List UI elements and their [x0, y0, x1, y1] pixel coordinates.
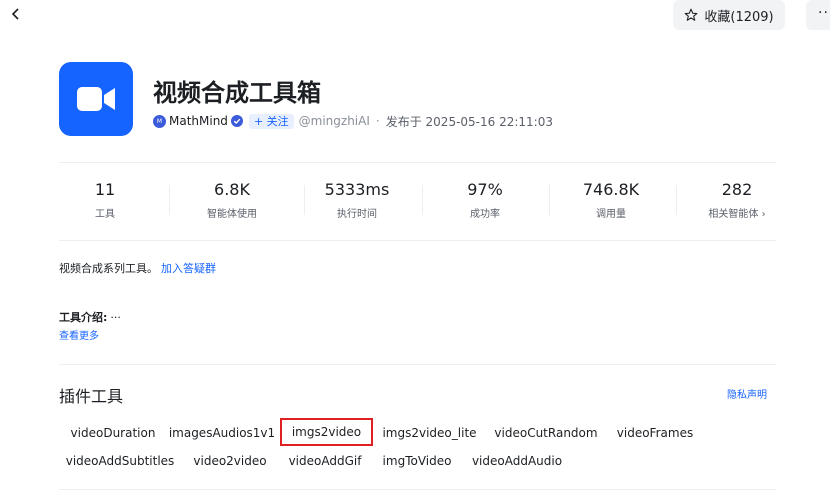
intro-heading: 工具介绍: ···: [59, 309, 121, 325]
chevron-left-icon: [11, 8, 19, 20]
plugin-description: 视频合成系列工具。 加入答疑群: [59, 260, 216, 276]
stat-label: 调用量: [596, 209, 626, 220]
stat-success-rate: 97% 成功率: [439, 163, 531, 240]
plugin-meta: M MathMind + 关注 @mingzhiAI · 发布于 2025-05…: [153, 112, 553, 130]
stat-value: 282: [721, 180, 753, 199]
tool-chip[interactable]: videoAddGif: [283, 447, 367, 475]
stat-tools: 11 工具: [59, 163, 151, 240]
stat-exec-time: 5333ms 执行时间: [311, 163, 403, 240]
tool-chip-selected[interactable]: imgs2video: [280, 418, 373, 446]
section-title-plugin-tools: 插件工具: [59, 387, 124, 406]
star-icon: [685, 8, 698, 21]
stat-label: 执行时间: [337, 209, 377, 220]
join-group-link[interactable]: 加入答疑群: [161, 262, 216, 275]
plugin-logo: [59, 62, 133, 136]
tool-chip[interactable]: imagesAudios1v1: [167, 419, 277, 447]
tool-chip[interactable]: videoAddAudio: [467, 447, 567, 475]
publish-time: 发布于 2025-05-16 22:11:03: [385, 114, 553, 129]
tool-chip[interactable]: videoDuration: [62, 419, 164, 447]
stat-divider: [676, 185, 677, 215]
stat-label: 成功率: [470, 209, 500, 220]
stat-value: 97%: [467, 180, 503, 199]
view-more-link[interactable]: 查看更多: [59, 327, 99, 342]
intro-label: 工具介绍:: [59, 311, 108, 324]
follow-button[interactable]: + 关注: [248, 113, 294, 129]
avatar[interactable]: M: [153, 114, 166, 128]
stat-value: 746.8K: [582, 180, 640, 199]
stat-value: 11: [94, 180, 116, 199]
video-camera-icon: [77, 87, 115, 111]
back-button[interactable]: [6, 4, 26, 24]
stat-value: 6.8K: [214, 180, 250, 199]
stat-call-count: 746.8K 调用量: [565, 163, 657, 240]
meta-separator: ·: [375, 114, 380, 128]
more-button[interactable]: ···: [806, 0, 830, 30]
stat-related-agents[interactable]: 282 相关智能体 ›: [691, 163, 783, 240]
tool-chip[interactable]: videoCutRandom: [490, 419, 602, 447]
tool-chip[interactable]: videoAddSubtitles: [62, 447, 178, 475]
description-text: 视频合成系列工具。: [59, 262, 158, 275]
stat-label: 智能体使用: [207, 209, 257, 220]
favorite-count: 收藏(1209): [704, 9, 774, 25]
author-handle: @mingzhiAI: [298, 114, 370, 128]
stat-divider: [422, 185, 423, 215]
stat-label: 工具: [95, 209, 115, 220]
tool-chip[interactable]: imgToVideo: [377, 447, 457, 475]
stat-divider: [549, 185, 550, 215]
intro-ellipsis: ···: [110, 311, 121, 324]
divider: [59, 364, 776, 365]
stat-agent-usage: 6.8K 智能体使用: [186, 163, 278, 240]
divider: [59, 240, 776, 241]
divider: [59, 489, 776, 490]
stat-divider: [169, 185, 170, 215]
author-name[interactable]: MathMind: [169, 114, 228, 128]
page-title: 视频合成工具箱: [153, 79, 321, 107]
tool-chip[interactable]: imgs2video_lite: [378, 419, 481, 447]
favorite-button[interactable]: 收藏(1209): [673, 0, 785, 30]
stat-divider: [304, 185, 305, 215]
stats-bar: 11 工具 6.8K 智能体使用 5333ms 执行时间 97% 成功率 746…: [59, 163, 776, 240]
stat-value: 5333ms: [324, 180, 390, 199]
stat-label: 相关智能体 ›: [708, 209, 766, 220]
privacy-link[interactable]: 隐私声明: [727, 386, 767, 401]
tool-chip[interactable]: videoFrames: [612, 419, 698, 447]
tool-chip[interactable]: video2video: [189, 447, 271, 475]
verified-badge-icon: [230, 115, 243, 127]
